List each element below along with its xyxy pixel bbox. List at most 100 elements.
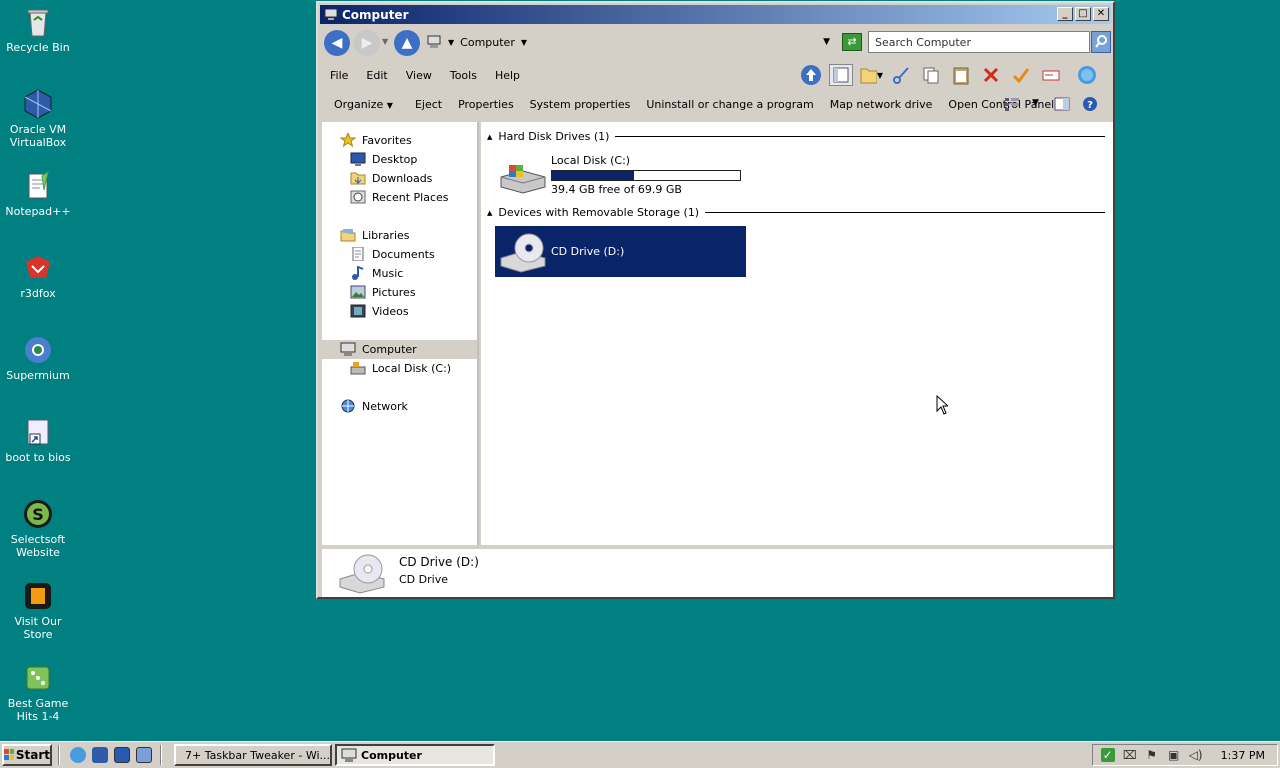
local-disk-item[interactable]: Local Disk (C:) 39.4 GB free of 69.9 GB (497, 153, 757, 197)
desktop-icon-best-game-hits[interactable]: Best Game Hits 1-4 (0, 662, 76, 723)
search-button[interactable] (1091, 31, 1111, 53)
breadcrumb-dropdown-icon[interactable]: ▼ (521, 38, 527, 47)
libraries-icon (340, 229, 356, 242)
refresh-button[interactable]: ⇄ (842, 33, 862, 51)
menu-edit[interactable]: Edit (356, 69, 395, 82)
nav-item-label: Music (372, 266, 404, 280)
organize-button[interactable]: Organize ▼ (320, 98, 401, 111)
cd-drive-item[interactable]: CD Drive (D:) (495, 226, 746, 277)
menu-tools[interactable]: Tools (440, 69, 485, 82)
desktop-icon-virtualbox[interactable]: Oracle VM VirtualBox (0, 88, 76, 149)
explorer-window[interactable]: Computer _ □ ✕ ◀ ▶ ▼ ▲ ▼ Computer ▼ ▼ ⇄ … (316, 1, 1115, 599)
rename-icon[interactable] (1039, 64, 1063, 86)
nav-documents[interactable]: Documents (350, 245, 435, 263)
up-button[interactable]: ▲ (394, 30, 420, 56)
menu-file[interactable]: File (320, 69, 356, 82)
svg-text:S: S (32, 505, 44, 524)
internet-explorer-icon[interactable] (70, 747, 86, 763)
start-button[interactable]: Start (2, 744, 52, 766)
title-bar[interactable]: Computer _ □ ✕ (320, 5, 1111, 24)
help-icon[interactable]: ? (1082, 96, 1098, 115)
desktop-icon-boot-to-bios[interactable]: boot to bios (0, 416, 76, 464)
desktop-icon-notepad-plus-plus[interactable]: Notepad++ (0, 170, 76, 218)
organize-label: Organize (334, 97, 384, 111)
windows-logo-icon[interactable] (1075, 64, 1099, 86)
back-button[interactable]: ◀ (324, 30, 350, 56)
nav-item-label: Recent Places (372, 190, 449, 204)
switch-windows-icon[interactable] (136, 747, 152, 763)
action-center-flag-icon[interactable]: ⚑ (1145, 748, 1159, 762)
desktop-icon-supermium[interactable]: Supermium (0, 334, 76, 382)
view-options-icon[interactable] (1004, 97, 1020, 114)
delete-icon[interactable] (979, 64, 1003, 86)
nav-downloads[interactable]: Downloads (350, 169, 432, 187)
address-dropdown-icon[interactable]: ▼ (823, 37, 830, 47)
language-icon[interactable]: ⌧ (1123, 748, 1137, 762)
nav-desktop[interactable]: Desktop (350, 150, 417, 168)
nav-item-label: Downloads (372, 171, 433, 185)
breadcrumb-computer[interactable]: Computer (460, 36, 515, 49)
start-label: Start (15, 748, 50, 762)
volume-icon[interactable]: ◁) (1189, 748, 1203, 762)
maximize-button[interactable]: □ (1075, 7, 1091, 21)
task-button-taskbar-tweaker[interactable]: 7+ Taskbar Tweaker - Wi... (174, 744, 332, 766)
nav-pictures[interactable]: Pictures (350, 283, 416, 301)
network-tray-icon[interactable]: ▣ (1167, 748, 1181, 762)
paste-icon[interactable] (949, 64, 973, 86)
preview-pane-icon[interactable] (1054, 97, 1070, 114)
nav-favorites[interactable]: Favorites (340, 131, 412, 149)
clock[interactable]: 1:37 PM (1221, 749, 1265, 762)
virtualbox-icon (22, 88, 54, 120)
nav-computer[interactable]: Computer (340, 340, 417, 358)
desktop-icon-label: Recycle Bin (6, 41, 70, 54)
eject-button[interactable]: Eject (401, 98, 450, 111)
group-header-removable[interactable]: ▲ Devices with Removable Storage (1) (487, 206, 1105, 219)
desktop-icon-r3dfox[interactable]: r3dfox (0, 252, 76, 300)
properties-button[interactable]: Properties (450, 98, 522, 111)
nav-local-disk[interactable]: Local Disk (C:) (350, 359, 451, 377)
nav-network[interactable]: Network (340, 397, 408, 415)
forward-button[interactable]: ▶ (354, 30, 380, 56)
collapse-icon: ▲ (487, 132, 493, 141)
undo-icon[interactable] (1009, 64, 1033, 86)
desktop-icon-selectsoft[interactable]: S Selectsoft Website (0, 498, 76, 559)
virtualbox-icon[interactable] (92, 747, 108, 763)
address-bar[interactable]: ▼ Computer ▼ ▼ (422, 31, 836, 53)
search-input[interactable]: Search Computer (868, 31, 1090, 53)
nav-libraries[interactable]: Libraries (340, 226, 410, 244)
hard-disk-icon (350, 362, 366, 375)
nav-music[interactable]: Music (350, 264, 403, 282)
uninstall-program-button[interactable]: Uninstall or change a program (638, 98, 821, 111)
cd-drive-icon (500, 233, 546, 273)
copy-icon[interactable] (919, 64, 943, 86)
folder-options-icon[interactable]: ▼ (859, 64, 883, 86)
music-icon (352, 266, 364, 280)
cut-icon[interactable] (889, 64, 913, 86)
safely-remove-icon[interactable]: ✓ (1100, 748, 1115, 762)
up-folder-icon[interactable] (799, 64, 823, 86)
task-button-computer[interactable]: Computer (335, 744, 495, 766)
view-dropdown-icon[interactable]: ▼ (1032, 98, 1039, 108)
windows-flag-icon (4, 749, 14, 760)
open-control-panel-button[interactable]: Open Control Panel (940, 98, 1062, 111)
menu-help[interactable]: Help (485, 69, 528, 82)
history-dropdown-icon[interactable]: ▼ (382, 37, 388, 46)
group-header-hard-disks[interactable]: ▲ Hard Disk Drives (1) (487, 130, 1105, 143)
show-desktop-icon[interactable] (114, 747, 130, 763)
minimize-button[interactable]: _ (1057, 7, 1073, 21)
nav-recent-places[interactable]: Recent Places (350, 188, 449, 206)
back-arrow-icon: ◀ (331, 35, 343, 51)
game-icon (22, 662, 54, 694)
folders-pane-icon[interactable] (829, 64, 853, 86)
nav-videos[interactable]: Videos (350, 302, 409, 320)
network-icon (341, 399, 355, 413)
close-button[interactable]: ✕ (1093, 7, 1109, 21)
desktop-icon-visit-our-store[interactable]: Visit Our Store (0, 580, 76, 641)
desktop-icon-recycle-bin[interactable]: Recycle Bin (0, 6, 76, 54)
supermium-icon (22, 334, 54, 366)
map-network-drive-button[interactable]: Map network drive (822, 98, 941, 111)
menu-view[interactable]: View (396, 69, 440, 82)
system-properties-button[interactable]: System properties (522, 98, 639, 111)
group-label: Hard Disk Drives (1) (498, 130, 610, 143)
selectsoft-icon: S (22, 498, 54, 530)
